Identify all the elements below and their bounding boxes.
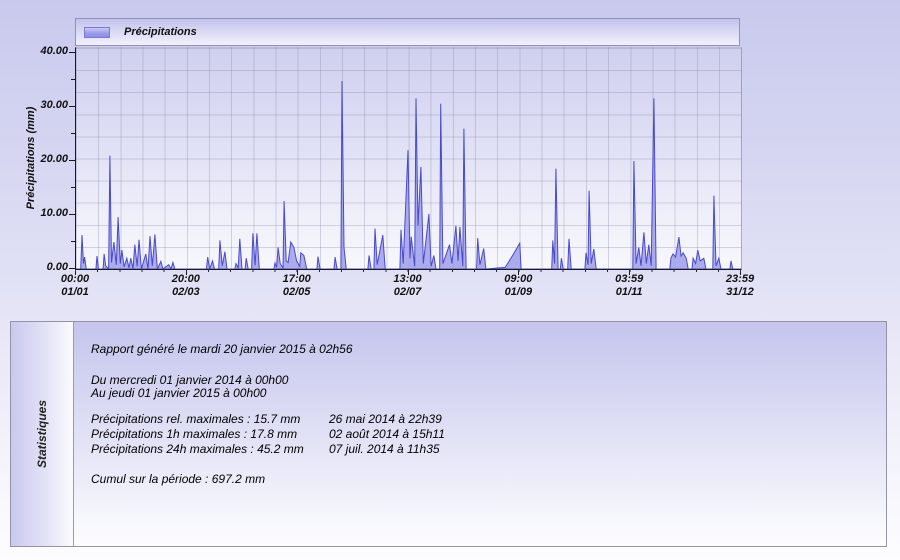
report-page: Précipitations Précipitations (mm) 0.001… (0, 0, 900, 560)
precipitation-series (76, 48, 741, 269)
y-tick-mark (69, 52, 75, 53)
x-tick-time: 20:00 (151, 273, 221, 286)
legend-label: Précipitations (124, 26, 197, 38)
x-tick-date: 01/09 (483, 286, 553, 299)
y-tick-mark (69, 160, 75, 161)
max-1h-label: Précipitations 1h maximales : 17.8 mm (91, 427, 297, 441)
x-tick-time: 09:00 (483, 273, 553, 286)
precipitation-area (76, 81, 741, 269)
statistics-sidebar-title: Statistiques (35, 400, 49, 468)
x-tick-label: 03:5901/11 (594, 273, 664, 299)
max-24h-label: Précipitations 24h maximales : 45.2 mm (91, 442, 304, 456)
x-tick-time: 13:00 (373, 273, 443, 286)
x-tick-date: 02/05 (262, 286, 332, 299)
y-tick-mark (69, 214, 75, 215)
x-tick-date: 01/01 (40, 286, 110, 299)
period-to-line: Au jeudi 01 janvier 2015 à 00h00 (91, 386, 266, 400)
max-24h-datetime: 07 juil. 2014 à 11h35 (329, 442, 440, 456)
report-generated-line: Rapport généré le mardi 20 janvier 2015 … (91, 342, 353, 356)
x-tick-time: 03:59 (594, 273, 664, 286)
total-line: Cumul sur la période : 697.2 mm (91, 472, 265, 486)
y-tick-label: 30.00 (18, 99, 68, 111)
x-tick-label: 09:0001/09 (483, 273, 553, 299)
max-1h-datetime: 02 août 2014 à 15h11 (329, 427, 445, 441)
max-rel-label: Précipitations rel. maximales : 15.7 mm (91, 412, 300, 426)
x-tick-label: 20:0002/03 (151, 273, 221, 299)
x-tick-date: 02/07 (373, 286, 443, 299)
y-tick-label: 20.00 (18, 153, 68, 165)
y-tick-mark (69, 106, 75, 107)
y-tick-label: 40.00 (18, 45, 68, 57)
statistics-panel: Statistiques Rapport généré le mardi 20 … (10, 321, 887, 547)
period-from-line: Du mercredi 01 janvier 2014 à 00h00 (91, 373, 288, 387)
x-tick-label: 17:0002/05 (262, 273, 332, 299)
x-tick-date: 01/11 (594, 286, 664, 299)
x-tick-date: 02/03 (151, 286, 221, 299)
x-tick-time: 00:00 (40, 273, 110, 286)
y-tick-label: 10.00 (18, 207, 68, 219)
x-tick-time: 17:00 (262, 273, 332, 286)
statistics-sidebar: Statistiques (11, 322, 74, 546)
chart-legend: Précipitations (75, 18, 740, 46)
x-tick-date: 31/12 (705, 286, 775, 299)
y-minor-tick-mark (71, 241, 75, 242)
legend-swatch-icon (84, 27, 110, 38)
y-minor-tick-mark (71, 187, 75, 188)
y-minor-tick-mark (71, 79, 75, 80)
plot-area (75, 47, 742, 270)
max-rel-datetime: 26 mai 2014 à 22h39 (329, 412, 442, 426)
x-axis-minor-ticks (75, 269, 741, 272)
y-minor-tick-mark (71, 133, 75, 134)
x-tick-time: 23:59 (705, 273, 775, 286)
y-tick-label: 0.00 (18, 261, 68, 273)
x-tick-label: 23:5931/12 (705, 273, 775, 299)
x-tick-label: 13:0002/07 (373, 273, 443, 299)
x-tick-label: 00:0001/01 (40, 273, 110, 299)
